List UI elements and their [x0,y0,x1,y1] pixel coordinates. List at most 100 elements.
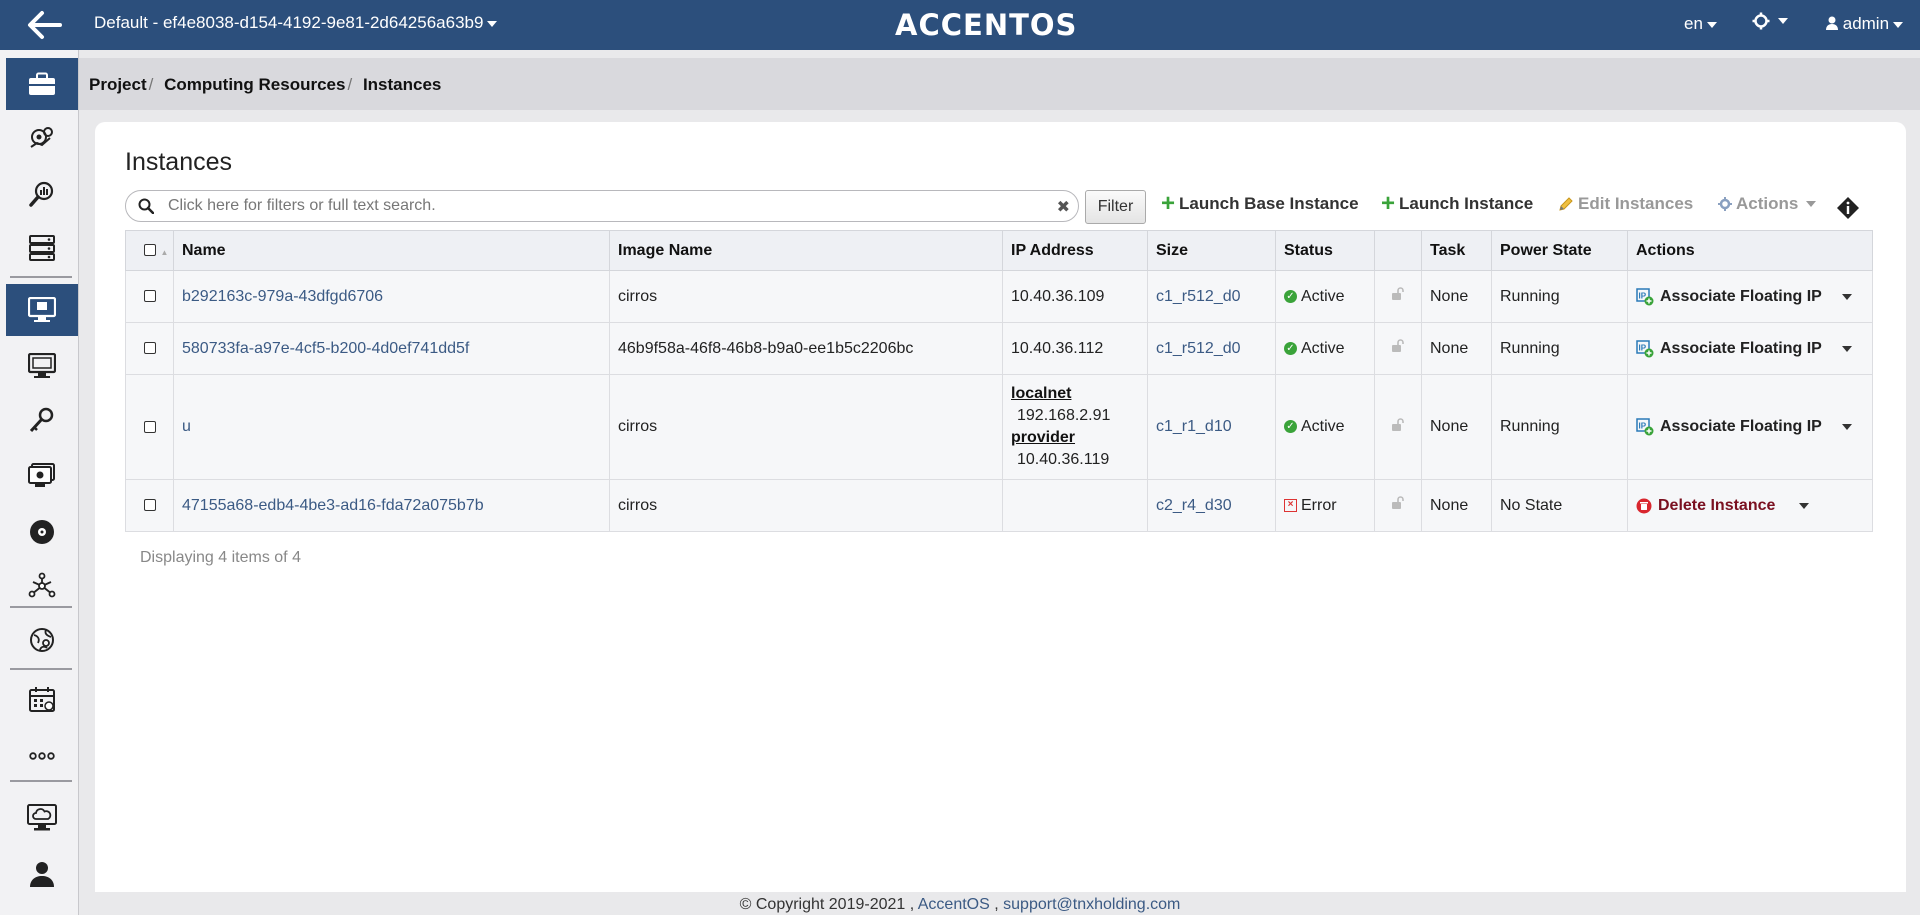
size-cell: c1_r512_d0 [1147,270,1276,323]
delete-instance-label: Delete Instance [1658,496,1776,514]
clear-search-icon[interactable]: ✖ [1057,197,1070,217]
size-link[interactable]: c1_r512_d0 [1156,288,1241,305]
launch-base-instance-button[interactable]: + Launch Base Instance [1161,192,1359,216]
sidebar-item-analytics[interactable] [6,168,78,220]
settings-menu[interactable] [1752,12,1788,30]
lock-cell [1374,374,1422,480]
check-circle-icon: ✓ [1284,341,1297,355]
row-checkbox[interactable] [144,420,156,433]
row-select-cell [125,270,174,323]
sidebar-item-scheduler[interactable] [6,674,78,726]
floating-ip-icon: IP [1636,418,1654,436]
sidebar-divider [10,668,72,670]
unlock-icon[interactable] [1391,339,1405,353]
column-header-image-name[interactable]: Image Name [609,230,1003,271]
gear-icon [1752,12,1770,30]
breadcrumb-computing-resources[interactable]: Computing Resources [164,75,345,94]
language-menu[interactable]: en [1684,14,1717,34]
sidebar-item-monitor[interactable] [6,340,78,392]
filter-button[interactable]: Filter [1085,190,1146,224]
unlock-icon[interactable] [1391,287,1405,301]
project-selector[interactable]: Default - ef4e8038-d154-4192-9e81-2d6425… [94,13,498,33]
sidebar-item-network[interactable] [6,560,78,612]
breadcrumb: Project / Computing Resources / Instances [89,75,441,95]
back-arrow-icon[interactable] [24,8,64,42]
instance-name-link[interactable]: u [182,418,191,435]
task-cell: None [1421,270,1492,323]
plus-icon: + [1381,190,1396,217]
power-state-cell: Running [1491,322,1628,375]
chevron-down-icon [487,20,498,27]
floating-ip-icon: IP [1636,339,1654,357]
search-chart-icon [29,181,54,207]
instance-name-link[interactable]: b292163c-979a-43dfgd6706 [182,288,383,305]
network-name: localnet [1011,385,1072,402]
company-link[interactable]: AccentOS [918,896,990,913]
search-bar: ✖ [125,190,1079,222]
unlock-icon[interactable] [1391,496,1405,510]
launch-instance-label: Launch Instance [1399,194,1534,213]
ip-address-cell: 10.40.36.112 [1002,322,1148,375]
select-all-checkbox[interactable] [144,244,156,257]
column-header-task[interactable]: Task [1421,230,1492,271]
row-checkbox[interactable] [144,499,156,512]
items-count: Displaying 4 items of 4 [140,549,301,566]
actions-cell: IP Associate Floating IP [1627,374,1873,480]
search-input[interactable] [166,195,1046,217]
row-actions-dropdown[interactable] [1842,345,1852,352]
instance-name-cell: 580733fa-a97e-4cf5-b200-4d0ef741dd5f [173,322,610,375]
instance-name-cell: b292163c-979a-43dfgd6706 [173,270,610,323]
sidebar-item-snapshots[interactable] [6,450,78,502]
sidebar-item-project[interactable] [6,58,78,110]
actions-menu-button[interactable]: Actions [1718,194,1817,214]
column-header-status[interactable]: Status [1275,230,1375,271]
sidebar-item-orchestration[interactable] [6,614,78,666]
sidebar-item-more[interactable] [6,730,78,782]
chevron-down-icon [1706,21,1717,28]
associate-floating-ip-button[interactable]: IP Associate Floating IP [1636,288,1822,306]
status-cell: × Error [1275,479,1375,532]
row-actions-dropdown[interactable] [1842,424,1852,430]
sidebar-item-keys[interactable] [6,394,78,446]
size-link[interactable]: c1_r512_d0 [1156,340,1241,357]
associate-floating-ip-button[interactable]: IP Associate Floating IP [1636,418,1822,436]
table-row: u cirros localnet 192.168.2.91 provider … [125,374,1873,480]
column-header-power-state[interactable]: Power State [1491,230,1628,271]
support-email-link[interactable]: support@tnxholding.com [1003,896,1180,913]
launch-instance-button[interactable]: + Launch Instance [1381,190,1534,217]
row-actions-dropdown[interactable] [1799,502,1810,509]
column-header-name[interactable]: Name [173,230,610,271]
instance-name-link[interactable]: 580733fa-a97e-4cf5-b200-4d0ef741dd5f [182,340,469,357]
breadcrumb-project[interactable]: Project [89,75,147,94]
row-checkbox[interactable] [144,342,156,355]
sidebar-item-cloud[interactable] [6,792,78,844]
row-checkbox[interactable] [144,290,156,303]
column-header-size[interactable]: Size [1147,230,1276,271]
unlock-icon[interactable] [1391,417,1405,432]
size-cell: c2_r4_d30 [1147,479,1276,532]
column-header-ip-address[interactable]: IP Address [1002,230,1148,271]
size-link[interactable]: c1_r1_d10 [1156,418,1232,435]
info-button[interactable] [1836,196,1860,220]
snapshot-monitor-icon [28,463,55,487]
network-ip: 10.40.36.119 [1017,451,1110,468]
delete-instance-button[interactable]: Delete Instance [1636,497,1775,515]
edit-instances-button[interactable]: Edit Instances [1558,194,1693,214]
column-header-actions: Actions [1627,230,1873,271]
associate-floating-ip-button[interactable]: IP Associate Floating IP [1636,340,1822,358]
size-link[interactable]: c2_r4_d30 [1156,497,1232,514]
sidebar-item-volumes[interactable] [6,506,78,558]
disk-icon [30,520,54,544]
sidebar-item-users[interactable] [6,848,78,900]
sidebar-item-servers[interactable] [6,222,78,274]
instance-name-link[interactable]: 47155a68-edb4-4be3-ad16-fda72a075b7b [182,497,484,514]
sidebar-item-automation[interactable] [6,112,78,164]
calendar-icon [29,687,55,712]
task-cell: None [1421,374,1492,480]
row-select-cell [125,322,174,375]
ip-address-cell [1002,479,1148,532]
user-menu[interactable]: admin [1826,14,1904,34]
row-actions-dropdown[interactable] [1842,293,1852,300]
sidebar-item-instances[interactable] [6,284,78,336]
main-panel: Instances ✖ Filter +Launch Base Instance… [95,122,1906,892]
